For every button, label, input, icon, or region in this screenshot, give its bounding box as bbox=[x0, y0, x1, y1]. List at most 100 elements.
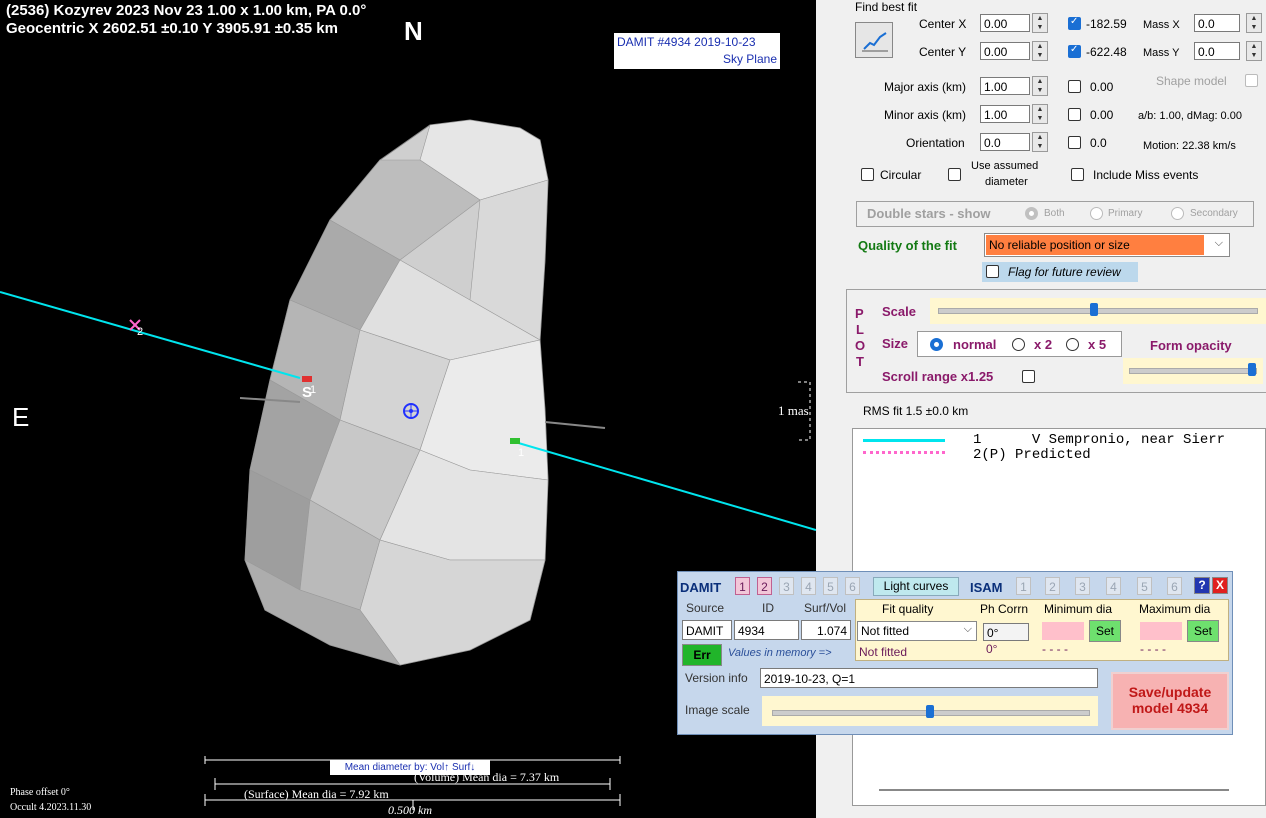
close-button[interactable]: X bbox=[1212, 577, 1228, 594]
volume-mean-dia: (Volume) Mean dia = 7.37 km bbox=[414, 770, 560, 784]
major-axis-result: 0.00 bbox=[1090, 80, 1114, 94]
center-x-checkbox[interactable] bbox=[1068, 16, 1081, 30]
fit-quality-select[interactable]: Not fitted ⌵ bbox=[857, 621, 977, 641]
quality-select[interactable]: No reliable position or size ⌵ bbox=[984, 233, 1230, 257]
damit-panel: DAMIT 1 2 3 4 5 6 Light curves ISAM 1 2 … bbox=[677, 571, 1233, 735]
orientation-checkbox[interactable] bbox=[1068, 136, 1081, 149]
values-in-memory-label: Values in memory => bbox=[728, 647, 832, 659]
mass-x-input[interactable]: 0.0 bbox=[1194, 14, 1240, 32]
surfvol-field: 1.074 bbox=[801, 620, 851, 640]
secondary-label: Secondary bbox=[1190, 208, 1238, 219]
isam-tab-6[interactable]: 6 bbox=[1167, 577, 1182, 595]
save-update-button[interactable]: Save/update model 4934 bbox=[1111, 672, 1229, 730]
damit-tab-6[interactable]: 6 bbox=[845, 577, 860, 595]
ab-dmag: a/b: 1.00, dMag: 0.00 bbox=[1138, 110, 1242, 122]
max-dia-field[interactable] bbox=[1140, 622, 1182, 640]
find-best-fit-button[interactable] bbox=[855, 22, 893, 58]
orientation-input[interactable]: 0.0 bbox=[980, 133, 1030, 151]
flag-review-checkbox[interactable] bbox=[986, 265, 999, 278]
source-field: DAMIT bbox=[682, 620, 732, 640]
scale-slider-thumb[interactable] bbox=[1089, 303, 1098, 316]
minor-axis-result: 0.00 bbox=[1090, 108, 1114, 122]
id-field[interactable]: 4934 bbox=[734, 620, 799, 640]
shape-model-label: Shape model bbox=[1156, 74, 1227, 88]
light-curves-button[interactable]: Light curves bbox=[873, 577, 959, 596]
image-scale-label: Image scale bbox=[685, 703, 750, 717]
scale-slider[interactable] bbox=[930, 298, 1266, 324]
image-scale-thumb[interactable] bbox=[926, 705, 934, 718]
include-miss-checkbox[interactable] bbox=[1071, 168, 1084, 181]
orientation-spinner[interactable]: ▲ ▼ bbox=[1032, 132, 1048, 152]
isam-tab-2[interactable]: 2 bbox=[1045, 577, 1060, 595]
center-y-spinner[interactable]: ▲ ▼ bbox=[1032, 41, 1048, 61]
find-best-fit-title: Find best fit bbox=[855, 0, 918, 14]
form-opacity-slider[interactable] bbox=[1123, 358, 1263, 384]
fit-quality-value: Not fitted bbox=[861, 624, 910, 638]
isam-tab-3[interactable]: 3 bbox=[1075, 577, 1090, 595]
double-stars-primary-radio[interactable] bbox=[1090, 207, 1103, 220]
double-stars-secondary-radio[interactable] bbox=[1171, 207, 1184, 220]
minor-axis-spinner[interactable]: ▲ ▼ bbox=[1032, 104, 1048, 124]
mass-x-spinner[interactable]: ▲ ▼ bbox=[1246, 13, 1262, 33]
assumed-diameter-checkbox[interactable] bbox=[948, 168, 961, 181]
fit-quality-memory: Not fitted bbox=[859, 645, 908, 659]
legend-item-1: 1 V Sempronio, near Sierr bbox=[973, 432, 1225, 448]
min-dia-memory: - - - - bbox=[1042, 642, 1068, 656]
plot-subtitle: Geocentric X 2602.51 ±0.10 Y 3905.91 ±0.… bbox=[6, 20, 338, 37]
damit-tab-3[interactable]: 3 bbox=[779, 577, 794, 595]
scroll-range-checkbox[interactable] bbox=[1022, 370, 1035, 383]
ph-corr-field[interactable]: 0° bbox=[983, 623, 1029, 641]
min-dia-set-button[interactable]: Set bbox=[1089, 620, 1121, 642]
isam-tab-5[interactable]: 5 bbox=[1137, 577, 1152, 595]
flag-review-area[interactable]: Flag for future review bbox=[982, 262, 1138, 282]
min-dia-field[interactable] bbox=[1042, 622, 1084, 640]
major-axis-checkbox[interactable] bbox=[1068, 80, 1081, 93]
size-x2-radio[interactable] bbox=[1012, 338, 1025, 351]
center-y-label: Center Y bbox=[919, 45, 967, 59]
major-axis-spinner[interactable]: ▲ ▼ bbox=[1032, 76, 1048, 96]
mass-y-spinner[interactable]: ▲ ▼ bbox=[1246, 41, 1262, 61]
center-y-checkbox[interactable] bbox=[1068, 44, 1081, 58]
help-button[interactable]: ? bbox=[1194, 577, 1210, 594]
damit-tab-5[interactable]: 5 bbox=[823, 577, 838, 595]
form-opacity-thumb[interactable] bbox=[1248, 363, 1257, 376]
minor-axis-checkbox[interactable] bbox=[1068, 108, 1081, 121]
fit-quality-header: Fit quality bbox=[882, 602, 934, 616]
assumed-diameter-label-2: diameter bbox=[985, 176, 1028, 188]
circular-checkbox[interactable] bbox=[861, 168, 874, 181]
legend-text-1: V Sempronio, near Sierr bbox=[1031, 432, 1226, 448]
center-x-input[interactable]: 0.00 bbox=[980, 14, 1030, 32]
center-x-result: -182.59 bbox=[1086, 17, 1127, 31]
primary-label: Primary bbox=[1108, 208, 1143, 219]
mass-y-input[interactable]: 0.0 bbox=[1194, 42, 1240, 60]
phase-offset: Phase offset 0° bbox=[10, 787, 70, 798]
damit-tab-4[interactable]: 4 bbox=[801, 577, 816, 595]
shape-model-checkbox[interactable] bbox=[1245, 74, 1258, 87]
surfvol-header: Surf/Vol bbox=[804, 601, 847, 615]
major-axis-input[interactable]: 1.00 bbox=[980, 77, 1030, 95]
double-stars-both-radio[interactable] bbox=[1025, 207, 1038, 220]
plot-title: (2536) Kozyrev 2023 Nov 23 1.00 x 1.00 k… bbox=[6, 2, 367, 19]
horizontal-scrollbar[interactable] bbox=[879, 789, 1229, 791]
assumed-diameter-label: Use assumed bbox=[971, 160, 1039, 172]
fit-quality-area: Fit quality Ph Corrn Minimum dia Maximum… bbox=[855, 599, 1229, 661]
size-normal-label: normal bbox=[953, 337, 997, 352]
chord-line bbox=[514, 441, 816, 531]
center-x-spinner[interactable]: ▲ ▼ bbox=[1032, 13, 1048, 33]
size-x5-radio[interactable] bbox=[1066, 338, 1079, 351]
max-dia-set-button[interactable]: Set bbox=[1187, 620, 1219, 642]
damit-title: DAMIT bbox=[680, 580, 722, 595]
center-y-result: -622.48 bbox=[1086, 45, 1127, 59]
image-scale-slider[interactable] bbox=[762, 696, 1098, 726]
size-normal-radio[interactable] bbox=[930, 338, 943, 351]
save-update-line1: Save/update bbox=[1128, 684, 1212, 700]
isam-tab-4[interactable]: 4 bbox=[1106, 577, 1121, 595]
model-label: DAMIT #4934 2019-10-23 bbox=[617, 35, 756, 49]
model-label-box: DAMIT #4934 2019-10-23 Sky Plane bbox=[614, 33, 780, 69]
minor-axis-input[interactable]: 1.00 bbox=[980, 105, 1030, 123]
err-button[interactable]: Err bbox=[682, 644, 722, 666]
damit-tab-2[interactable]: 2 bbox=[757, 577, 772, 595]
isam-tab-1[interactable]: 1 bbox=[1016, 577, 1031, 595]
center-y-input[interactable]: 0.00 bbox=[980, 42, 1030, 60]
damit-tab-1[interactable]: 1 bbox=[735, 577, 750, 595]
